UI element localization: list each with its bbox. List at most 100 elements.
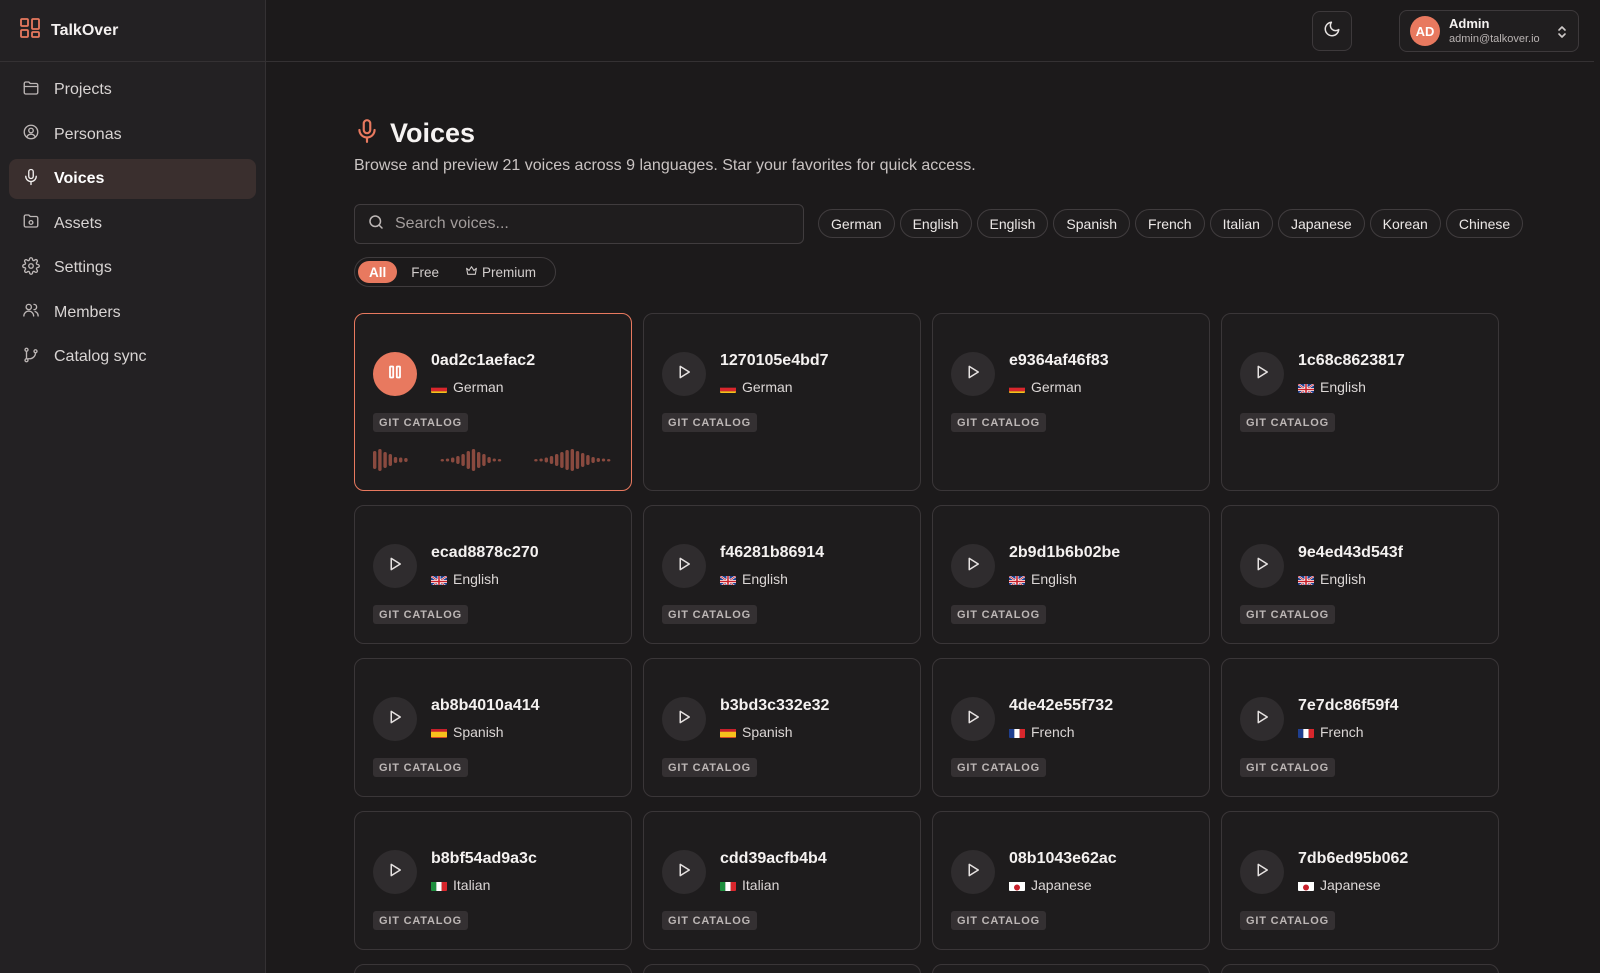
tier-filter-label: All [369, 264, 387, 280]
flag-it-icon [431, 880, 447, 891]
search-input[interactable] [395, 215, 775, 233]
waveform-bar [596, 458, 600, 462]
voice-language-label: English [1031, 571, 1077, 587]
waveform-bar [565, 450, 569, 470]
sidebar-item-members[interactable]: Members [9, 293, 256, 333]
sidebar-item-projects[interactable]: Projects [9, 70, 256, 110]
waveform-bar [461, 454, 465, 466]
voice-id: 9e4ed43d543f [1298, 544, 1403, 561]
voice-card-partial[interactable] [354, 964, 632, 973]
language-filter-french[interactable]: French [1135, 209, 1205, 238]
play-button[interactable] [1240, 544, 1284, 588]
source-badge: GIT CATALOG [373, 758, 468, 777]
voice-card[interactable]: 1270105e4bd7 German GIT CATALOG [643, 313, 921, 491]
voice-language: English [431, 571, 499, 587]
waveform-bar [445, 458, 450, 462]
tier-filter-label: Premium [482, 264, 537, 280]
play-icon [675, 708, 693, 731]
voice-id: 7db6ed95b062 [1298, 850, 1409, 867]
language-filter-english[interactable]: English [899, 209, 972, 238]
waveform-bar [586, 455, 590, 465]
play-button[interactable] [662, 850, 706, 894]
user-menu-button[interactable]: AD Admin admin@talkover.io [1399, 10, 1579, 52]
brand[interactable]: TalkOver [0, 0, 265, 62]
voice-card[interactable]: b3bd3c332e32 Spanish GIT CATALOG [643, 658, 921, 797]
voice-card[interactable]: f46281b86914 English GIT CATALOG [643, 505, 921, 644]
sidebar-item-voices[interactable]: Voices [9, 159, 256, 199]
sidebar-item-assets[interactable]: Assets [9, 204, 256, 244]
sidebar-item-personas[interactable]: Personas [9, 115, 256, 155]
play-button[interactable] [951, 697, 995, 741]
voice-card-partial[interactable] [932, 964, 1210, 973]
voice-card[interactable]: 2b9d1b6b02be English GIT CATALOG [932, 505, 1210, 644]
play-button[interactable] [1240, 850, 1284, 894]
voice-id: 0ad2c1aefac2 [431, 352, 536, 369]
voice-card[interactable]: ab8b4010a414 Spanish GIT CATALOG [354, 658, 632, 797]
flag-es-icon [431, 727, 447, 738]
play-button[interactable] [662, 697, 706, 741]
sidebar-item-label: Settings [54, 259, 112, 276]
language-filter-japanese[interactable]: Japanese [1277, 209, 1365, 238]
waveform-bar [471, 449, 476, 471]
user-name: Admin [1449, 16, 1490, 31]
play-button[interactable] [373, 697, 417, 741]
play-button[interactable] [662, 352, 706, 396]
waveform-bar [388, 454, 392, 466]
voice-card-partial[interactable] [1221, 964, 1499, 973]
waveform-bar [482, 454, 486, 466]
tier-filter-free[interactable]: Free [399, 261, 451, 283]
waveform-bar [393, 457, 398, 463]
play-icon [964, 555, 982, 578]
play-button[interactable] [1240, 352, 1284, 396]
language-filter-italian[interactable]: Italian [1209, 209, 1273, 238]
voice-card[interactable]: 4de42e55f732 French GIT CATALOG [932, 658, 1210, 797]
voice-card[interactable]: ecad8878c270 English GIT CATALOG [354, 505, 632, 644]
source-badge: GIT CATALOG [951, 911, 1046, 930]
language-filter-english[interactable]: English [976, 209, 1049, 238]
voice-language: French [1298, 724, 1364, 740]
voice-language: English [1009, 571, 1077, 587]
play-button[interactable] [951, 352, 995, 396]
language-filter-german[interactable]: German [818, 209, 895, 238]
voice-card[interactable]: b8bf54ad9a3c Italian GIT CATALOG [354, 811, 632, 950]
pause-button[interactable] [373, 352, 417, 396]
waveform-bar [601, 458, 606, 462]
sidebar-item-settings[interactable]: Settings [9, 248, 256, 288]
voice-card[interactable]: 08b1043e62ac Japanese GIT CATALOG [932, 811, 1210, 950]
language-filter-korean[interactable]: Korean [1369, 209, 1441, 238]
language-filter-chinese[interactable]: Chinese [1445, 209, 1524, 238]
play-button[interactable] [951, 544, 995, 588]
play-button[interactable] [373, 850, 417, 894]
theme-toggle-button[interactable] [1312, 11, 1352, 51]
voice-language-label: Italian [742, 877, 780, 893]
sidebar-item-catalog-sync[interactable]: Catalog sync [9, 337, 256, 377]
voice-card[interactable]: cdd39acfb4b4 Italian GIT CATALOG [643, 811, 921, 950]
scrollbar[interactable] [1594, 0, 1600, 973]
flag-fr-icon [1009, 727, 1025, 738]
play-icon [675, 861, 693, 884]
source-badge: GIT CATALOG [662, 605, 757, 624]
play-button[interactable] [1240, 697, 1284, 741]
voice-card[interactable]: 0ad2c1aefac2 German GIT CATALOG [354, 313, 632, 491]
voice-card[interactable]: 7db6ed95b062 Japanese GIT CATALOG [1221, 811, 1499, 950]
play-button[interactable] [951, 850, 995, 894]
voice-card[interactable]: 1c68c8623817 English GIT CATALOG [1221, 313, 1499, 491]
play-button[interactable] [662, 544, 706, 588]
language-filter-spanish[interactable]: Spanish [1053, 209, 1131, 238]
voice-card[interactable]: 7e7dc86f59f4 French GIT CATALOG [1221, 658, 1499, 797]
waveform-bar [440, 459, 444, 462]
gear-icon [22, 256, 40, 280]
voice-card-partial[interactable] [643, 964, 921, 973]
tier-filter-all[interactable]: All [358, 261, 398, 283]
voice-card[interactable]: 9e4ed43d543f English GIT CATALOG [1221, 505, 1499, 644]
chevron-up-down-icon [1556, 24, 1568, 45]
play-icon [964, 363, 982, 386]
sidebar-nav: Projects Personas Voices Assets Settings Memb… [0, 62, 265, 390]
user-circle-icon [22, 123, 40, 146]
play-icon [386, 708, 404, 731]
voice-language: Spanish [720, 724, 793, 740]
tier-filter-premium[interactable]: Premium [453, 261, 548, 283]
voice-card[interactable]: e9364af46f83 German GIT CATALOG [932, 313, 1210, 491]
play-button[interactable] [373, 544, 417, 588]
flag-de-icon [1009, 382, 1025, 393]
